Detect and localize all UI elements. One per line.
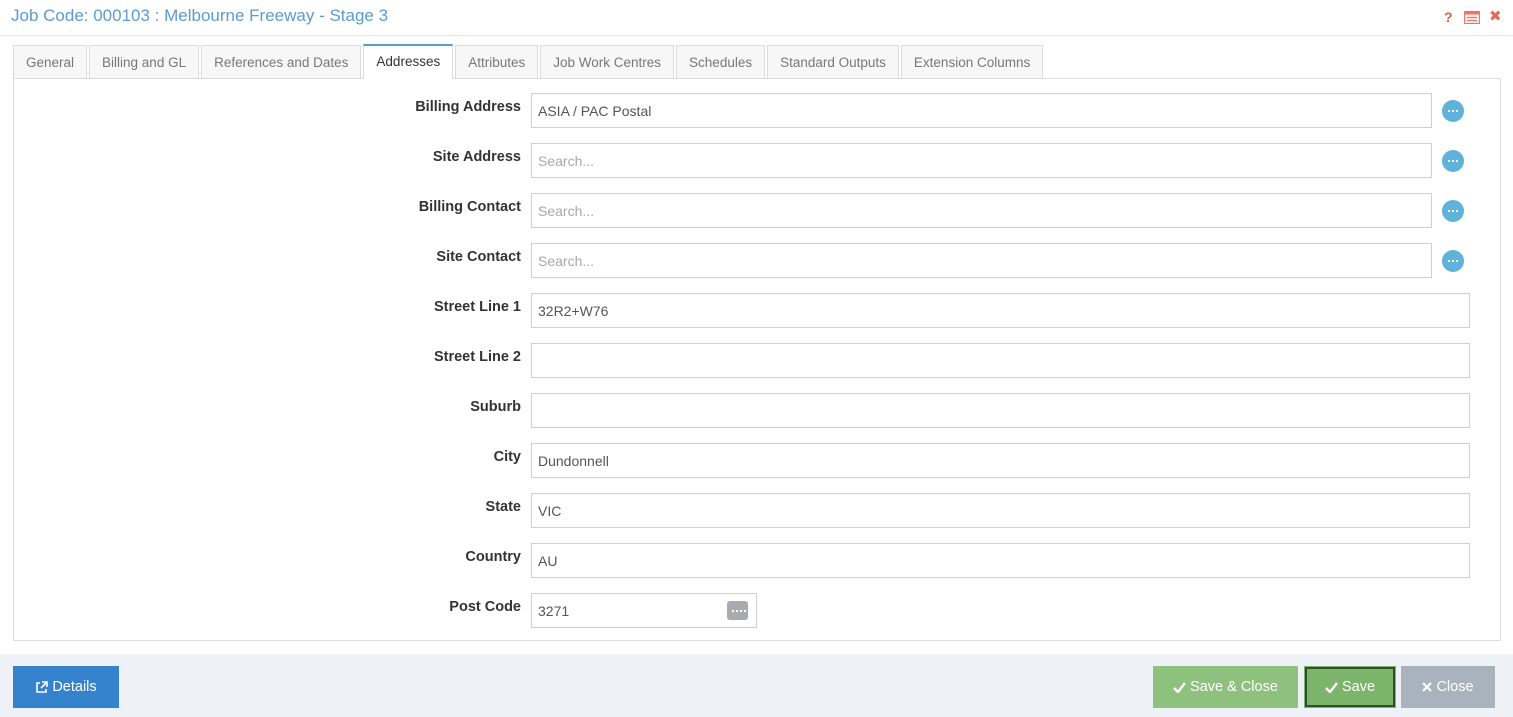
city-input[interactable] (531, 443, 1470, 478)
suburb-label: Suburb (470, 399, 521, 415)
site-contact-label: Site Contact (436, 249, 521, 265)
tab-references-and-dates[interactable]: References and Dates (201, 45, 362, 79)
window-title: Job Code: 000103 : Melbourne Freeway - S… (11, 6, 389, 25)
site-address-more-button[interactable] (1442, 150, 1464, 172)
tab-schedules[interactable]: Schedules (676, 45, 766, 79)
country-label: Country (465, 549, 521, 565)
post-code-lookup-button[interactable] (727, 601, 748, 620)
close-button[interactable]: Close (1401, 666, 1495, 708)
site-address-input[interactable] (531, 143, 1432, 178)
tab-attributes[interactable]: Attributes (455, 45, 539, 79)
external-link-icon (36, 680, 49, 693)
close-label: Close (1436, 679, 1474, 695)
country-row: Country (14, 543, 1502, 579)
tab-addresses[interactable]: Addresses (363, 44, 454, 79)
close-icon[interactable]: ✖ (1489, 9, 1502, 25)
tab-general[interactable]: General (13, 45, 88, 79)
street-line-2-input[interactable] (531, 343, 1470, 378)
tab-extension-columns[interactable]: Extension Columns (900, 45, 1044, 79)
street-line-1-row: Street Line 1 (14, 293, 1502, 329)
post-code-input[interactable] (531, 593, 757, 628)
state-label: State (485, 499, 521, 515)
site-contact-more-button[interactable] (1442, 250, 1464, 272)
save-and-close-button[interactable]: Save & Close (1153, 666, 1298, 708)
country-input[interactable] (531, 543, 1470, 578)
window-titlebar: Job Code: 000103 : Melbourne Freeway - S… (0, 0, 1513, 36)
x-icon (1422, 682, 1433, 692)
save-button[interactable]: Save (1304, 666, 1396, 708)
post-code-label: Post Code (449, 599, 521, 615)
addresses-panel: Billing Address Site Address Billing Con… (13, 78, 1501, 641)
billing-contact-row: Billing Contact (14, 193, 1502, 229)
site-contact-row: Site Contact (14, 243, 1502, 279)
billing-contact-more-button[interactable] (1442, 200, 1464, 222)
window-icon[interactable] (1464, 11, 1480, 24)
street-line-2-label: Street Line 2 (433, 349, 521, 365)
street-line-1-input[interactable] (531, 293, 1470, 328)
post-code-row: Post Code (14, 593, 1502, 629)
footer-bar: Details Save & Close Save Close (0, 654, 1513, 717)
save-label: Save (1341, 679, 1376, 695)
billing-address-label: Billing Address (415, 99, 521, 115)
check-icon (1325, 681, 1338, 693)
suburb-row: Suburb (14, 393, 1502, 429)
billing-address-row: Billing Address (14, 93, 1502, 129)
street-line-1-label: Street Line 1 (433, 299, 521, 315)
tab-job-work-centres[interactable]: Job Work Centres (540, 45, 675, 79)
suburb-input[interactable] (531, 393, 1470, 428)
city-label: City (493, 449, 521, 465)
billing-address-more-button[interactable] (1442, 100, 1464, 122)
tab-bar: General Billing and GL References and Da… (13, 44, 1045, 79)
tab-billing-and-gl[interactable]: Billing and GL (89, 45, 200, 79)
state-input[interactable] (531, 493, 1470, 528)
street-line-2-row: Street Line 2 (14, 343, 1502, 379)
billing-contact-label: Billing Contact (418, 199, 521, 215)
billing-address-input[interactable] (531, 93, 1432, 128)
site-contact-input[interactable] (531, 243, 1432, 278)
site-address-label: Site Address (432, 149, 521, 165)
details-button[interactable]: Details (13, 666, 119, 708)
check-icon (1173, 681, 1187, 693)
save-and-close-label: Save & Close (1190, 679, 1278, 695)
site-address-row: Site Address (14, 143, 1502, 179)
details-label: Details (52, 679, 97, 695)
city-row: City (14, 443, 1502, 479)
billing-contact-input[interactable] (531, 193, 1432, 228)
state-row: State (14, 493, 1502, 529)
tab-standard-outputs[interactable]: Standard Outputs (767, 45, 899, 79)
help-icon[interactable]: ? (1444, 9, 1453, 25)
